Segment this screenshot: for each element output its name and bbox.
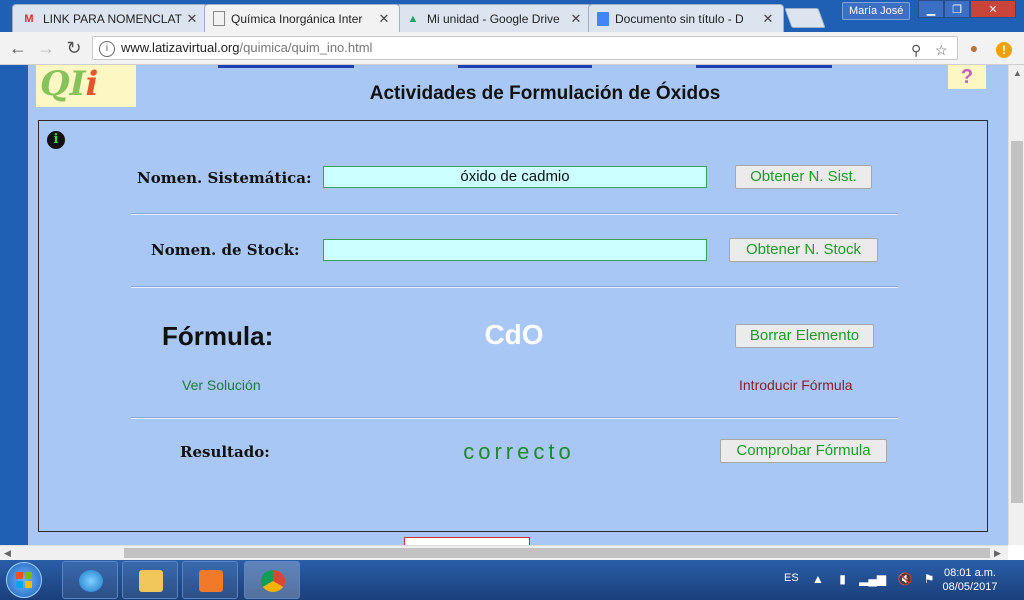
stock-name-field[interactable] bbox=[323, 239, 707, 261]
result-value: correcto bbox=[463, 439, 575, 464]
formula-label: Fórmula: bbox=[162, 321, 274, 351]
systematic-name-field[interactable]: óxido de cadmio bbox=[323, 166, 707, 188]
horizontal-scrollbar[interactable]: ◀ ▶ bbox=[0, 545, 1008, 560]
get-stock-button[interactable]: Obtener N. Stock bbox=[729, 238, 878, 262]
taskbar-media[interactable] bbox=[182, 561, 238, 599]
stock-label: Nomen. de Stock: bbox=[151, 241, 300, 259]
vertical-scrollbar[interactable]: ▲ bbox=[1008, 65, 1024, 545]
delete-element-button[interactable]: Borrar Elemento bbox=[735, 324, 874, 348]
cookie-extension-icon[interactable]: ● bbox=[962, 37, 986, 59]
tab-quimica[interactable]: Química Inorgánica Inter ✕ bbox=[204, 4, 400, 32]
media-player-icon bbox=[199, 570, 223, 592]
nav-link-bar[interactable] bbox=[696, 65, 832, 68]
tab-title: Mi unidad - Google Drive bbox=[427, 11, 560, 26]
activity-panel: i Nomen. Sistemática: óxido de cadmio Ob… bbox=[38, 120, 988, 532]
footer-tab[interactable] bbox=[404, 537, 530, 545]
scroll-up-icon[interactable]: ▲ bbox=[1013, 68, 1022, 78]
close-window-button[interactable]: ✕ bbox=[970, 0, 1016, 18]
enter-formula-link[interactable]: Introducir Fórmula bbox=[739, 377, 853, 393]
tab-docs[interactable]: Documento sin título - D ✕ bbox=[588, 4, 784, 32]
tab-gmail[interactable]: M LINK PARA NOMENCLAT ✕ bbox=[12, 4, 208, 32]
volume-muted-icon[interactable]: 🔇 bbox=[898, 572, 913, 586]
close-icon[interactable]: ✕ bbox=[183, 11, 201, 27]
tab-title: Documento sin título - D bbox=[615, 11, 744, 26]
close-icon[interactable]: ✕ bbox=[759, 11, 777, 27]
battery-icon[interactable]: ▮ bbox=[839, 572, 846, 586]
windows-taskbar: ES ▲ ▮ ▂▄▆ 🔇 ⚑ 08:01 a.m. 08/05/2017 bbox=[0, 560, 1024, 600]
clock-date: 08/05/2017 bbox=[942, 581, 998, 593]
get-systematic-button[interactable]: Obtener N. Sist. bbox=[735, 165, 872, 189]
tab-drive[interactable]: ▲ Mi unidad - Google Drive ✕ bbox=[396, 4, 592, 32]
page-content: QIi ? Actividades de Formulación de Óxid… bbox=[28, 65, 1008, 545]
alert-icon[interactable]: ! bbox=[992, 37, 1016, 59]
divider bbox=[131, 417, 898, 419]
drive-icon: ▲ bbox=[407, 12, 419, 25]
url-host: www.latizavirtual.org bbox=[121, 40, 240, 55]
divider bbox=[131, 213, 898, 215]
close-icon[interactable]: ✕ bbox=[567, 11, 585, 27]
windows-logo-icon bbox=[16, 572, 32, 588]
address-bar[interactable]: i www.latizavirtual.org/quimica/quim_ino… bbox=[92, 36, 958, 60]
language-indicator[interactable]: ES bbox=[784, 572, 799, 584]
folder-icon bbox=[139, 570, 163, 592]
result-label: Resultado: bbox=[180, 443, 270, 461]
zoom-icon[interactable]: ⚲ bbox=[911, 39, 921, 61]
taskbar-chrome[interactable] bbox=[244, 561, 300, 599]
minimize-button[interactable]: ▁ bbox=[918, 0, 944, 18]
start-button[interactable] bbox=[6, 562, 42, 598]
chrome-icon bbox=[261, 570, 285, 592]
check-formula-button[interactable]: Comprobar Fórmula bbox=[720, 439, 887, 463]
vertical-scroll-thumb[interactable] bbox=[1011, 141, 1023, 503]
close-icon[interactable]: ✕ bbox=[375, 11, 393, 27]
system-tray[interactable]: ▲ ▮ ▂▄▆ 🔇 ⚑ bbox=[812, 572, 935, 586]
scroll-right-icon[interactable]: ▶ bbox=[994, 548, 1001, 559]
signal-icon[interactable]: ▂▄▆ bbox=[859, 572, 886, 586]
forward-arrow-icon[interactable]: → bbox=[34, 37, 58, 59]
tab-title: LINK PARA NOMENCLAT bbox=[43, 11, 182, 26]
back-arrow-icon[interactable]: ← bbox=[6, 37, 30, 59]
reload-icon[interactable]: ↻ bbox=[62, 37, 86, 59]
maximize-button[interactable]: ❐ bbox=[944, 0, 970, 18]
profile-badge[interactable]: María José bbox=[842, 2, 911, 20]
browser-toolbar: ← → ↻ i www.latizavirtual.org/quimica/qu… bbox=[0, 32, 1024, 65]
page-icon bbox=[213, 11, 225, 26]
page-title: Actividades de Formulación de Óxidos bbox=[369, 83, 721, 104]
nav-link-bar[interactable] bbox=[458, 65, 592, 68]
star-icon[interactable]: ☆ bbox=[935, 39, 948, 61]
view-solution-link[interactable]: Ver Solución bbox=[182, 377, 261, 393]
clock-time: 08:01 a.m. bbox=[944, 567, 996, 579]
url-path: /quimica/quim_ino.html bbox=[239, 40, 373, 55]
taskbar-explorer[interactable] bbox=[122, 561, 178, 599]
tab-strip: M LINK PARA NOMENCLAT ✕ Química Inorgáni… bbox=[0, 0, 1024, 32]
internet-explorer-icon bbox=[79, 570, 103, 592]
clock[interactable]: 08:01 a.m. 08/05/2017 bbox=[938, 566, 1002, 594]
site-info-icon[interactable]: i bbox=[99, 41, 115, 57]
tab-title: Química Inorgánica Inter bbox=[231, 11, 363, 26]
systematic-label: Nomen. Sistemática: bbox=[137, 169, 312, 187]
action-center-icon[interactable]: ⚑ bbox=[924, 572, 935, 586]
url-text: www.latizavirtual.org/quimica/quim_ino.h… bbox=[121, 37, 372, 59]
horizontal-scroll-thumb[interactable] bbox=[124, 548, 990, 558]
divider bbox=[131, 286, 898, 288]
page-left-margin bbox=[0, 65, 28, 545]
docs-icon bbox=[597, 11, 609, 26]
taskbar-ie[interactable] bbox=[62, 561, 118, 599]
show-hidden-icons-icon[interactable]: ▲ bbox=[812, 572, 824, 586]
scroll-left-icon[interactable]: ◀ bbox=[4, 548, 11, 559]
formula-value: CdO bbox=[484, 319, 544, 350]
nav-link-bar[interactable] bbox=[218, 65, 354, 68]
gmail-icon: M bbox=[24, 12, 34, 25]
info-icon[interactable]: i bbox=[47, 131, 65, 149]
new-tab-button[interactable] bbox=[784, 8, 826, 28]
